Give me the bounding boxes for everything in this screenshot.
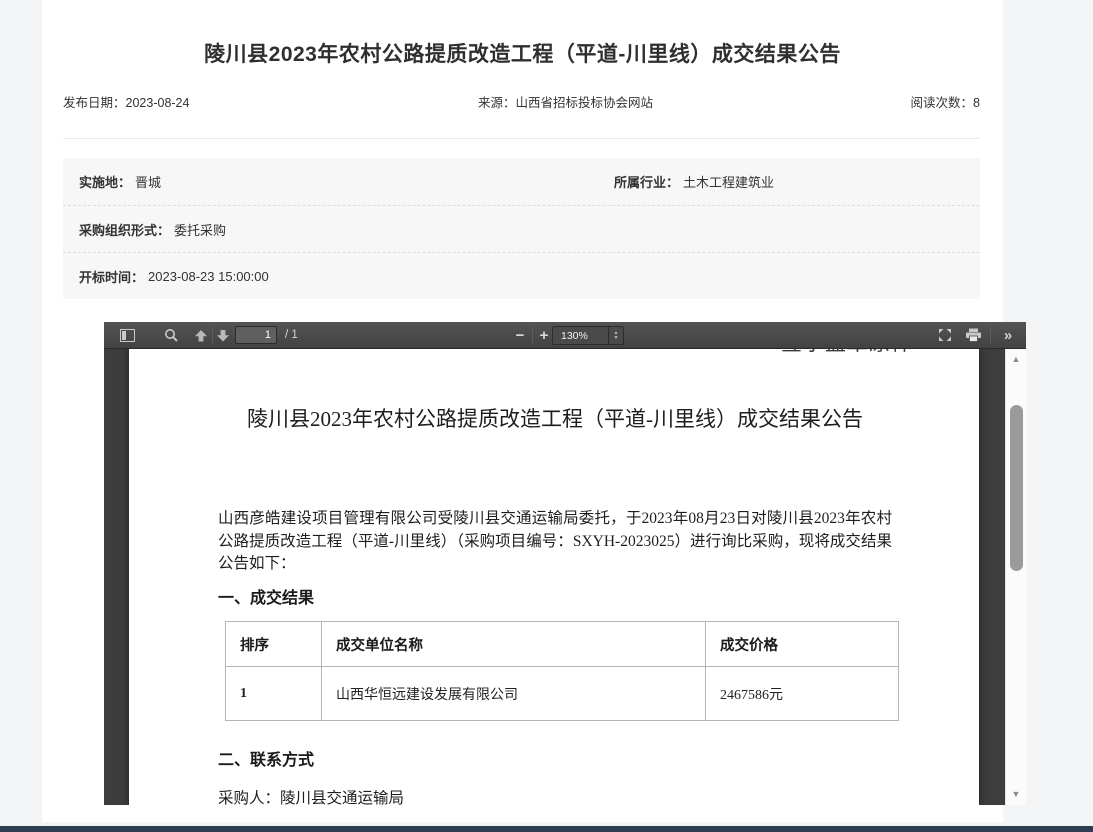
award-result-table: 排序 成交单位名称 成交价格 1 山西华恒远建设发展有限公司 2467586元: [225, 621, 899, 721]
source-value: 山西省招标投标协会网站: [516, 96, 654, 110]
plus-icon: +: [540, 327, 549, 344]
zoom-out-button[interactable]: −: [510, 322, 530, 348]
header-supplier: 成交单位名称: [322, 622, 706, 667]
cell-price: 2467586元: [706, 667, 899, 721]
location-label: 实施地：: [79, 172, 131, 191]
zoom-level-select[interactable]: 130% ▲ ▼: [552, 326, 624, 345]
zoom-level-value: 130%: [553, 330, 608, 342]
double-chevron-icon: »: [1004, 327, 1012, 344]
header-price: 成交价格: [706, 622, 899, 667]
page-count-label: / 1: [285, 322, 298, 348]
publish-date-label: 发布日期：: [63, 96, 126, 110]
toolbar-divider: [990, 327, 991, 343]
page-title: 陵川县2023年农村公路提质改造工程（平道-川里线）成交结果公告: [82, 38, 963, 68]
source-label: 来源：: [478, 96, 516, 110]
read-count-label: 阅读次数：: [911, 96, 974, 110]
scroll-down-icon[interactable]: ▼: [1006, 790, 1026, 799]
fullscreen-icon: [938, 328, 952, 342]
read-count: 阅读次数：8: [911, 92, 980, 111]
print-button[interactable]: [962, 322, 984, 348]
pdf-viewer: / 1 − + 130% ▲ ▼: [104, 322, 1026, 805]
arrow-down-icon: [216, 329, 230, 342]
section2-heading: 二、联系方式: [218, 746, 314, 770]
clipped-seal-text: 签字盖章原件: [781, 349, 913, 355]
location-value: 晋城: [135, 172, 161, 191]
read-count-value: 8: [973, 96, 980, 110]
bid-opening-time-value: 2023-08-23 15:00:00: [148, 269, 269, 284]
table-row: 1 山西华恒远建设发展有限公司 2467586元: [226, 667, 899, 721]
document-paragraph: 山西彦皓建设项目管理有限公司受陵川县交通运输局委托，于2023年08月23日对陵…: [218, 508, 892, 576]
industry-pair: 所属行业： 土木工程建筑业: [614, 158, 774, 205]
presentation-mode-button[interactable]: [936, 322, 954, 348]
publish-date-value: 2023-08-24: [126, 96, 190, 110]
pdf-viewer-body: 签字盖章原件 陵川县2023年农村公路提质改造工程（平道-川里线）成交结果公告 …: [104, 349, 1026, 805]
toolbar-divider: [212, 327, 213, 343]
zoom-in-button[interactable]: +: [534, 322, 554, 348]
header-rank: 排序: [226, 622, 322, 667]
industry-label: 所属行业：: [614, 172, 679, 191]
info-row-bid-opening-time: 开标时间： 2023-08-23 15:00:00: [63, 252, 980, 299]
pdf-page: 签字盖章原件 陵川县2023年农村公路提质改造工程（平道-川里线）成交结果公告 …: [129, 349, 979, 805]
spinner-down-icon: ▼: [614, 336, 619, 341]
source: 来源：山西省招标投标协会网站: [478, 92, 653, 111]
cell-rank: 1: [226, 667, 322, 721]
find-button[interactable]: [162, 322, 180, 348]
zoom-select-spinner: ▲ ▼: [608, 327, 623, 344]
info-row-location: 实施地： 晋城 所属行业： 土木工程建筑业: [63, 158, 980, 205]
search-icon: [164, 328, 178, 342]
pdf-toolbar: / 1 − + 130% ▲ ▼: [104, 322, 1026, 349]
project-info-box: 实施地： 晋城 所属行业： 土木工程建筑业 采购组织形式： 委托采购 开标时间：…: [63, 158, 980, 299]
table-header-row: 排序 成交单位名称 成交价格: [226, 622, 899, 667]
bid-opening-time-label: 开标时间：: [79, 267, 144, 286]
industry-value: 土木工程建筑业: [683, 172, 774, 191]
procurement-form-label: 采购组织形式：: [79, 220, 170, 239]
section1-heading: 一、成交结果: [218, 584, 314, 608]
header-divider: [63, 138, 980, 139]
cell-supplier: 山西华恒远建设发展有限公司: [322, 667, 706, 721]
scroll-up-icon[interactable]: ▲: [1006, 355, 1026, 364]
scrollbar-thumb[interactable]: [1010, 405, 1023, 571]
minus-icon: −: [516, 327, 525, 344]
info-row-procurement-form: 采购组织形式： 委托采购: [63, 205, 980, 252]
document-title: 陵川县2023年农村公路提质改造工程（平道-川里线）成交结果公告: [219, 404, 891, 434]
previous-page-button[interactable]: [192, 322, 210, 348]
more-tools-button[interactable]: »: [996, 322, 1020, 348]
toolbar-divider: [532, 327, 533, 343]
pdf-scrollbar[interactable]: ▲ ▼: [1005, 349, 1026, 805]
article-meta-row: 发布日期：2023-08-24 来源：山西省招标投标协会网站 阅读次数：8: [63, 92, 980, 108]
publish-date: 发布日期：2023-08-24: [63, 92, 189, 111]
sidebar-toggle-icon: [120, 329, 135, 342]
next-page-button[interactable]: [214, 322, 232, 348]
bottom-bar: [0, 826, 1093, 832]
procurement-form-value: 委托采购: [174, 220, 226, 239]
contact-line: 采购人：陵川县交通运输局: [218, 786, 404, 805]
sidebar-toggle-button[interactable]: [118, 322, 136, 348]
page-number-input[interactable]: [235, 326, 277, 344]
print-icon: [965, 328, 982, 342]
article-card: 陵川县2023年农村公路提质改造工程（平道-川里线）成交结果公告 发布日期：20…: [42, 0, 1003, 822]
arrow-up-icon: [194, 329, 208, 342]
